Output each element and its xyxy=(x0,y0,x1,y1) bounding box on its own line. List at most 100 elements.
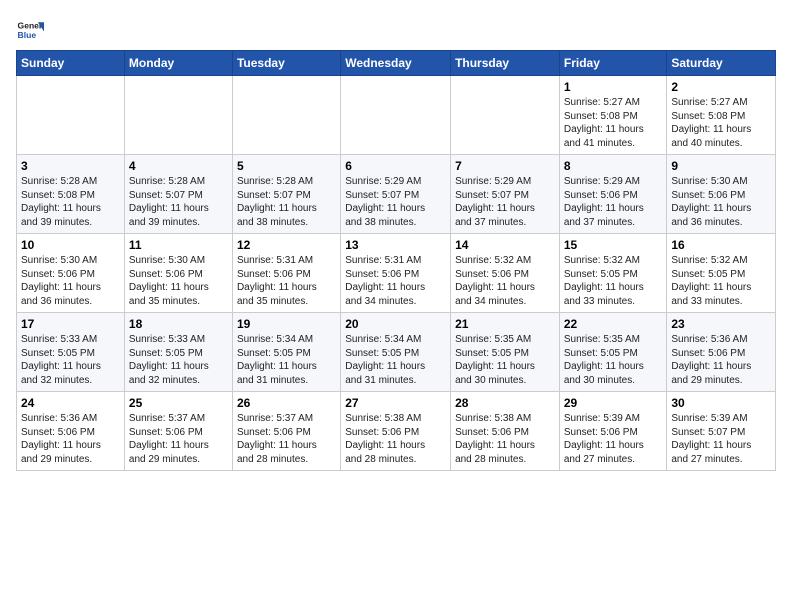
day-info: Sunrise: 5:30 AM Sunset: 5:06 PM Dayligh… xyxy=(129,254,228,308)
weekday-header-monday: Monday xyxy=(124,51,232,76)
day-number: 26 xyxy=(237,396,336,410)
day-info: Sunrise: 5:37 AM Sunset: 5:06 PM Dayligh… xyxy=(129,412,228,466)
day-number: 2 xyxy=(671,80,771,94)
day-info: Sunrise: 5:36 AM Sunset: 5:06 PM Dayligh… xyxy=(21,412,120,466)
calendar-week-4: 17 Sunrise: 5:33 AM Sunset: 5:05 PM Dayli… xyxy=(17,313,776,392)
day-info: Sunrise: 5:30 AM Sunset: 5:06 PM Dayligh… xyxy=(21,254,120,308)
calendar-table: SundayMondayTuesdayWednesdayThursdayFrid… xyxy=(16,50,776,471)
calendar-cell: 30 Sunrise: 5:39 AM Sunset: 5:07 PM Dayli… xyxy=(667,392,776,471)
day-info: Sunrise: 5:39 AM Sunset: 5:06 PM Dayligh… xyxy=(564,412,663,466)
calendar-cell: 8 Sunrise: 5:29 AM Sunset: 5:06 PM Daylig… xyxy=(559,155,667,234)
day-info: Sunrise: 5:34 AM Sunset: 5:05 PM Dayligh… xyxy=(237,333,336,387)
day-number: 7 xyxy=(455,159,555,173)
weekday-header-saturday: Saturday xyxy=(667,51,776,76)
day-info: Sunrise: 5:31 AM Sunset: 5:06 PM Dayligh… xyxy=(237,254,336,308)
day-info: Sunrise: 5:33 AM Sunset: 5:05 PM Dayligh… xyxy=(129,333,228,387)
day-info: Sunrise: 5:29 AM Sunset: 5:07 PM Dayligh… xyxy=(345,175,446,229)
day-number: 15 xyxy=(564,238,663,252)
weekday-header-friday: Friday xyxy=(559,51,667,76)
calendar-cell: 11Sunrise: 5:30 AM Sunset: 5:06 PM Dayli… xyxy=(124,234,232,313)
logo-icon: General Blue xyxy=(16,16,44,44)
day-number: 13 xyxy=(345,238,446,252)
calendar-cell: 9 Sunrise: 5:30 AM Sunset: 5:06 PM Daylig… xyxy=(667,155,776,234)
calendar-cell: 3 Sunrise: 5:28 AM Sunset: 5:08 PM Daylig… xyxy=(17,155,125,234)
day-number: 25 xyxy=(129,396,228,410)
day-number: 3 xyxy=(21,159,120,173)
day-info: Sunrise: 5:29 AM Sunset: 5:07 PM Dayligh… xyxy=(455,175,555,229)
day-number: 6 xyxy=(345,159,446,173)
day-info: Sunrise: 5:27 AM Sunset: 5:08 PM Dayligh… xyxy=(671,96,771,150)
day-number: 1 xyxy=(564,80,663,94)
day-info: Sunrise: 5:38 AM Sunset: 5:06 PM Dayligh… xyxy=(455,412,555,466)
day-number: 4 xyxy=(129,159,228,173)
day-info: Sunrise: 5:32 AM Sunset: 5:06 PM Dayligh… xyxy=(455,254,555,308)
calendar-cell: 22 Sunrise: 5:35 AM Sunset: 5:05 PM Dayli… xyxy=(559,313,667,392)
calendar-cell xyxy=(17,76,125,155)
day-number: 21 xyxy=(455,317,555,331)
calendar-cell xyxy=(451,76,560,155)
weekday-header-thursday: Thursday xyxy=(451,51,560,76)
calendar-cell xyxy=(341,76,451,155)
calendar-cell: 4 Sunrise: 5:28 AM Sunset: 5:07 PM Daylig… xyxy=(124,155,232,234)
calendar-cell: 20 Sunrise: 5:34 AM Sunset: 5:05 PM Dayli… xyxy=(341,313,451,392)
day-number: 30 xyxy=(671,396,771,410)
calendar-week-1: 1 Sunrise: 5:27 AM Sunset: 5:08 PM Daylig… xyxy=(17,76,776,155)
calendar-cell: 10Sunrise: 5:30 AM Sunset: 5:06 PM Dayli… xyxy=(17,234,125,313)
calendar-cell: 16 Sunrise: 5:32 AM Sunset: 5:05 PM Dayli… xyxy=(667,234,776,313)
day-number: 23 xyxy=(671,317,771,331)
calendar-cell: 2 Sunrise: 5:27 AM Sunset: 5:08 PM Daylig… xyxy=(667,76,776,155)
day-info: Sunrise: 5:36 AM Sunset: 5:06 PM Dayligh… xyxy=(671,333,771,387)
day-number: 12 xyxy=(237,238,336,252)
day-number: 9 xyxy=(671,159,771,173)
day-info: Sunrise: 5:33 AM Sunset: 5:05 PM Dayligh… xyxy=(21,333,120,387)
calendar-cell xyxy=(124,76,232,155)
day-number: 20 xyxy=(345,317,446,331)
day-info: Sunrise: 5:31 AM Sunset: 5:06 PM Dayligh… xyxy=(345,254,446,308)
day-info: Sunrise: 5:34 AM Sunset: 5:05 PM Dayligh… xyxy=(345,333,446,387)
weekday-header-wednesday: Wednesday xyxy=(341,51,451,76)
weekday-header-tuesday: Tuesday xyxy=(232,51,340,76)
calendar-cell xyxy=(232,76,340,155)
day-info: Sunrise: 5:35 AM Sunset: 5:05 PM Dayligh… xyxy=(564,333,663,387)
calendar-week-3: 10Sunrise: 5:30 AM Sunset: 5:06 PM Dayli… xyxy=(17,234,776,313)
day-info: Sunrise: 5:27 AM Sunset: 5:08 PM Dayligh… xyxy=(564,96,663,150)
day-info: Sunrise: 5:39 AM Sunset: 5:07 PM Dayligh… xyxy=(671,412,771,466)
day-number: 28 xyxy=(455,396,555,410)
calendar-cell: 7 Sunrise: 5:29 AM Sunset: 5:07 PM Daylig… xyxy=(451,155,560,234)
day-number: 16 xyxy=(671,238,771,252)
day-info: Sunrise: 5:30 AM Sunset: 5:06 PM Dayligh… xyxy=(671,175,771,229)
calendar-cell: 17 Sunrise: 5:33 AM Sunset: 5:05 PM Dayli… xyxy=(17,313,125,392)
day-info: Sunrise: 5:32 AM Sunset: 5:05 PM Dayligh… xyxy=(671,254,771,308)
calendar-cell: 27 Sunrise: 5:38 AM Sunset: 5:06 PM Dayli… xyxy=(341,392,451,471)
day-info: Sunrise: 5:35 AM Sunset: 5:05 PM Dayligh… xyxy=(455,333,555,387)
calendar-cell: 21 Sunrise: 5:35 AM Sunset: 5:05 PM Dayli… xyxy=(451,313,560,392)
calendar-cell: 1 Sunrise: 5:27 AM Sunset: 5:08 PM Daylig… xyxy=(559,76,667,155)
day-info: Sunrise: 5:37 AM Sunset: 5:06 PM Dayligh… xyxy=(237,412,336,466)
day-number: 29 xyxy=(564,396,663,410)
day-number: 18 xyxy=(129,317,228,331)
weekday-header-sunday: Sunday xyxy=(17,51,125,76)
calendar-cell: 23 Sunrise: 5:36 AM Sunset: 5:06 PM Dayli… xyxy=(667,313,776,392)
calendar-cell: 15 Sunrise: 5:32 AM Sunset: 5:05 PM Dayli… xyxy=(559,234,667,313)
calendar-cell: 29 Sunrise: 5:39 AM Sunset: 5:06 PM Dayli… xyxy=(559,392,667,471)
day-number: 27 xyxy=(345,396,446,410)
day-number: 17 xyxy=(21,317,120,331)
day-number: 8 xyxy=(564,159,663,173)
day-number: 19 xyxy=(237,317,336,331)
calendar-cell: 18 Sunrise: 5:33 AM Sunset: 5:05 PM Dayli… xyxy=(124,313,232,392)
logo: General Blue xyxy=(16,16,48,44)
calendar-cell: 6 Sunrise: 5:29 AM Sunset: 5:07 PM Daylig… xyxy=(341,155,451,234)
svg-text:Blue: Blue xyxy=(18,30,37,40)
day-info: Sunrise: 5:28 AM Sunset: 5:07 PM Dayligh… xyxy=(129,175,228,229)
day-info: Sunrise: 5:38 AM Sunset: 5:06 PM Dayligh… xyxy=(345,412,446,466)
calendar-cell: 25 Sunrise: 5:37 AM Sunset: 5:06 PM Dayli… xyxy=(124,392,232,471)
calendar-week-5: 24 Sunrise: 5:36 AM Sunset: 5:06 PM Dayli… xyxy=(17,392,776,471)
day-number: 24 xyxy=(21,396,120,410)
day-info: Sunrise: 5:32 AM Sunset: 5:05 PM Dayligh… xyxy=(564,254,663,308)
calendar-cell: 12 Sunrise: 5:31 AM Sunset: 5:06 PM Dayli… xyxy=(232,234,340,313)
calendar-cell: 26 Sunrise: 5:37 AM Sunset: 5:06 PM Dayli… xyxy=(232,392,340,471)
day-number: 22 xyxy=(564,317,663,331)
day-info: Sunrise: 5:29 AM Sunset: 5:06 PM Dayligh… xyxy=(564,175,663,229)
calendar-cell: 14Sunrise: 5:32 AM Sunset: 5:06 PM Dayli… xyxy=(451,234,560,313)
day-info: Sunrise: 5:28 AM Sunset: 5:08 PM Dayligh… xyxy=(21,175,120,229)
